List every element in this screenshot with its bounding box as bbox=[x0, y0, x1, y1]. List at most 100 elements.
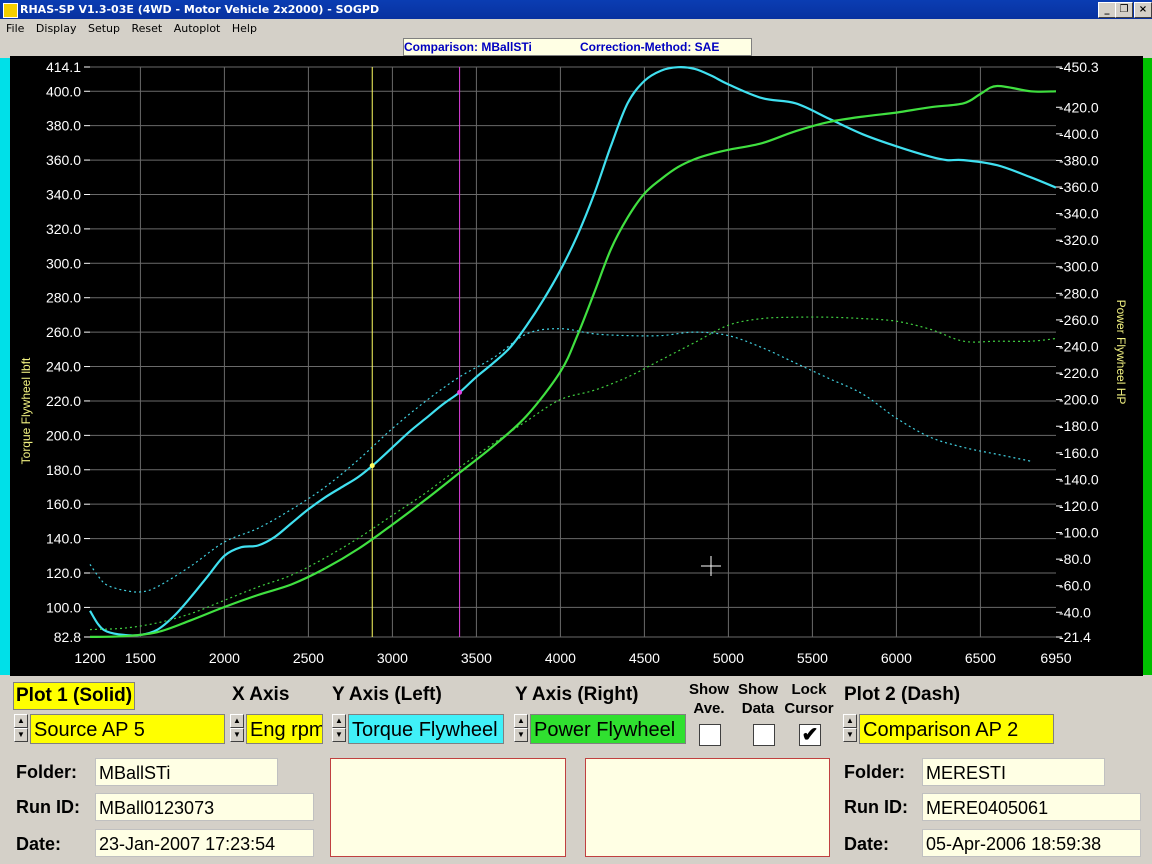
cursor-marker bbox=[369, 463, 375, 469]
plot1-spinner[interactable]: ▲ ▼ bbox=[14, 714, 28, 744]
notes-box-2[interactable] bbox=[585, 758, 830, 857]
y-right-ticks: -21.4 -40.0 -60.0 -80.0 -100.0 -120.0 -140.0 -1… bbox=[1056, 59, 1099, 645]
y-axis-right-field[interactable]: Power Flywheel bbox=[530, 714, 686, 744]
x-tick-label: 6500 bbox=[965, 650, 996, 666]
y-left-tick-label: 220.0 bbox=[46, 393, 81, 409]
menu-reset[interactable]: Reset bbox=[132, 22, 163, 35]
y-right-tick-label: -120.0 bbox=[1059, 498, 1099, 514]
y-axis-left-field[interactable]: Torque Flywheel bbox=[348, 714, 504, 744]
notes-box-1[interactable] bbox=[330, 758, 566, 857]
runid2-label: Run ID: bbox=[844, 797, 908, 817]
menu-file[interactable]: File bbox=[6, 22, 24, 35]
y-left-tick-label: 200.0 bbox=[46, 427, 81, 443]
x-tick-label: 2000 bbox=[209, 650, 240, 666]
x-tick-label: 4000 bbox=[545, 650, 576, 666]
y-right-tick-label: -100.0 bbox=[1059, 525, 1099, 541]
y-right-tick-label: -200.0 bbox=[1059, 392, 1099, 408]
y-left-tick-label: 260.0 bbox=[46, 324, 81, 340]
x-axis-field[interactable]: Eng rpm bbox=[246, 714, 323, 744]
y-left-tick-label: 300.0 bbox=[46, 255, 81, 271]
y-right-spinner[interactable]: ▲ ▼ bbox=[514, 714, 528, 744]
lock-cursor-checkbox[interactable]: ✔ bbox=[799, 724, 821, 746]
x-tick-label: 1500 bbox=[125, 650, 156, 666]
y-right-tick-label: -280.0 bbox=[1059, 285, 1099, 301]
restore-button[interactable]: ❐ bbox=[1115, 2, 1133, 18]
x-tick-label: 6950 bbox=[1040, 650, 1071, 666]
folder1-value: MBallSTi bbox=[95, 758, 278, 786]
plot1-power-line bbox=[89, 84, 1057, 638]
date1-value: 23-Jan-2007 17:23:54 bbox=[95, 829, 314, 857]
close-button[interactable]: × bbox=[1134, 2, 1152, 18]
y-right-tick-label: -240.0 bbox=[1059, 338, 1099, 354]
x-tick-label: 4500 bbox=[629, 650, 660, 666]
x-tick-label: 1200 bbox=[74, 650, 105, 666]
lock-cursor-label: Lock Cursor bbox=[784, 681, 834, 717]
y-right-tick-label: -320.0 bbox=[1059, 232, 1099, 248]
y-right-tick-label: -340.0 bbox=[1059, 206, 1099, 222]
menu-setup[interactable]: Setup bbox=[88, 22, 120, 35]
y-right-tick-label: -420.0 bbox=[1059, 99, 1099, 115]
x-axis-label: X Axis bbox=[232, 684, 290, 705]
spin-up-icon[interactable]: ▲ bbox=[332, 714, 346, 728]
y-axis-right-label: Y Axis (Right) bbox=[515, 684, 639, 705]
y-left-tick-label: 340.0 bbox=[46, 186, 81, 202]
y-left-tick-label: 414.1 bbox=[46, 59, 81, 75]
y-right-tick-label: -80.0 bbox=[1059, 551, 1091, 567]
y-right-tick-label: -450.3 bbox=[1059, 59, 1099, 75]
show-data-checkbox[interactable] bbox=[753, 724, 775, 746]
correction-method-text: Correction-Method: SAE bbox=[580, 40, 720, 54]
plot2-source-field[interactable]: Comparison AP 2 bbox=[859, 714, 1054, 744]
y-left-tick-label: 400.0 bbox=[46, 83, 81, 99]
show-ave-checkbox[interactable] bbox=[699, 724, 721, 746]
cursor-marker bbox=[457, 389, 463, 395]
menu-bar: File Display Setup Reset Autoplot Help bbox=[0, 19, 1152, 38]
y-right-tick-label: -380.0 bbox=[1059, 152, 1099, 168]
spin-up-icon[interactable]: ▲ bbox=[514, 714, 528, 728]
left-axis-color-bar bbox=[0, 58, 10, 675]
spin-down-icon[interactable]: ▼ bbox=[332, 728, 346, 742]
spin-down-icon[interactable]: ▼ bbox=[843, 728, 857, 742]
y-left-ticks: 82.8 100.0 120.0 140.0 160.0 180.0 200.0 220.0 2… bbox=[46, 59, 90, 645]
minimize-button[interactable]: _ bbox=[1098, 2, 1116, 18]
plot2-spinner[interactable]: ▲ ▼ bbox=[843, 714, 857, 744]
y-right-tick-label: -180.0 bbox=[1059, 418, 1099, 434]
right-axis-color-bar bbox=[1143, 58, 1152, 675]
plot1-torque-line bbox=[89, 66, 1057, 637]
y-left-axis-label: Torque Flywheel lbft bbox=[19, 357, 33, 464]
menu-help[interactable]: Help bbox=[232, 22, 257, 35]
y-left-tick-label: 100.0 bbox=[46, 599, 81, 615]
y-right-tick-label: -21.4 bbox=[1059, 629, 1091, 645]
x-ticks: 1200 1500 2000 2500 3000 3500 4000 4500 5000 5500… bbox=[74, 650, 1071, 666]
spin-up-icon[interactable]: ▲ bbox=[14, 714, 28, 728]
y-right-axis-label: Power Flywheel HP bbox=[1114, 300, 1128, 405]
app-icon bbox=[3, 3, 18, 18]
y-left-tick-label: 160.0 bbox=[46, 496, 81, 512]
y-right-tick-label: -60.0 bbox=[1059, 578, 1091, 594]
y-right-tick-label: -220.0 bbox=[1059, 365, 1099, 381]
menu-autoplot[interactable]: Autoplot bbox=[174, 22, 221, 35]
menu-display[interactable]: Display bbox=[36, 22, 77, 35]
chart-grid bbox=[90, 66, 1056, 638]
dyno-chart[interactable]: 82.8 100.0 120.0 140.0 160.0 180.0 200.0 220.0 2… bbox=[10, 56, 1143, 676]
x-tick-label: 2500 bbox=[293, 650, 324, 666]
plot1-source-field[interactable]: Source AP 5 bbox=[30, 714, 225, 744]
x-axis-spinner[interactable]: ▲ ▼ bbox=[230, 714, 244, 744]
chart-series bbox=[89, 66, 1057, 638]
spin-up-icon[interactable]: ▲ bbox=[843, 714, 857, 728]
status-strip: Comparison: MBallSTi Correction-Method: … bbox=[0, 38, 1152, 56]
spin-down-icon[interactable]: ▼ bbox=[14, 728, 28, 742]
plot2-power-line bbox=[89, 316, 1057, 631]
folder1-label: Folder: bbox=[16, 762, 77, 782]
y-left-tick-label: 280.0 bbox=[46, 290, 81, 306]
spin-down-icon[interactable]: ▼ bbox=[514, 728, 528, 742]
x-tick-label: 3500 bbox=[461, 650, 492, 666]
y-left-spinner[interactable]: ▲ ▼ bbox=[332, 714, 346, 744]
y-right-tick-label: -300.0 bbox=[1059, 259, 1099, 275]
date1-label: Date: bbox=[16, 834, 62, 854]
spin-up-icon[interactable]: ▲ bbox=[230, 714, 244, 728]
spin-down-icon[interactable]: ▼ bbox=[230, 728, 244, 742]
y-right-tick-label: -40.0 bbox=[1059, 604, 1091, 620]
show-data-label: Show Data bbox=[738, 681, 778, 717]
window-title: RHAS-SP V1.3-03E (4WD - Motor Vehicle 2x… bbox=[20, 3, 380, 16]
y-left-tick-label: 320.0 bbox=[46, 221, 81, 237]
